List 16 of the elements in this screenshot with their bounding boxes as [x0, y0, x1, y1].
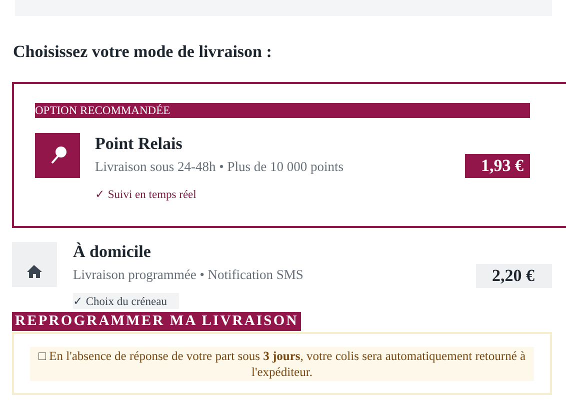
delivery-option-card[interactable]: OPTION RECOMMANDÉE Point Relais Livraison sous 24-48h • Plus de 10 000 points 1,93 € ✓ Suivi en temps réel [12, 82, 566, 228]
feature-label: ✓ Suivi en temps réel [95, 188, 198, 201]
price-tag: 1,93 € [465, 154, 530, 178]
recommended-badge: OPTION RECOMMANDÉE [35, 103, 530, 118]
section-heading: Choisissez votre mode de livraison : [13, 42, 273, 63]
feature-label: ✓ Choix du créneau [73, 293, 179, 309]
pin-icon [35, 133, 80, 178]
notice-text: □ En l'absence de réponse de votre part sous 3 jours, votre colis sera automatiquement retourné à l'expéditeur. [30, 347, 534, 381]
option-title: Point Relais [95, 134, 184, 154]
option-description: Livraison programmée • Notification SMS [73, 267, 304, 283]
house-icon [12, 242, 57, 287]
option-title: À domicile [73, 242, 152, 262]
price-tag: 2,20 € [476, 264, 552, 288]
delivery-option-card[interactable]: À domicile Livraison programmée • Notification SMS 2,20 € ✓ Choix du créneau [12, 228, 566, 310]
option-description: Livraison sous 24-48h • Plus de 10 000 points [95, 159, 344, 175]
reschedule-button[interactable]: REPROGRAMMER MA LIVRAISON [12, 312, 302, 331]
